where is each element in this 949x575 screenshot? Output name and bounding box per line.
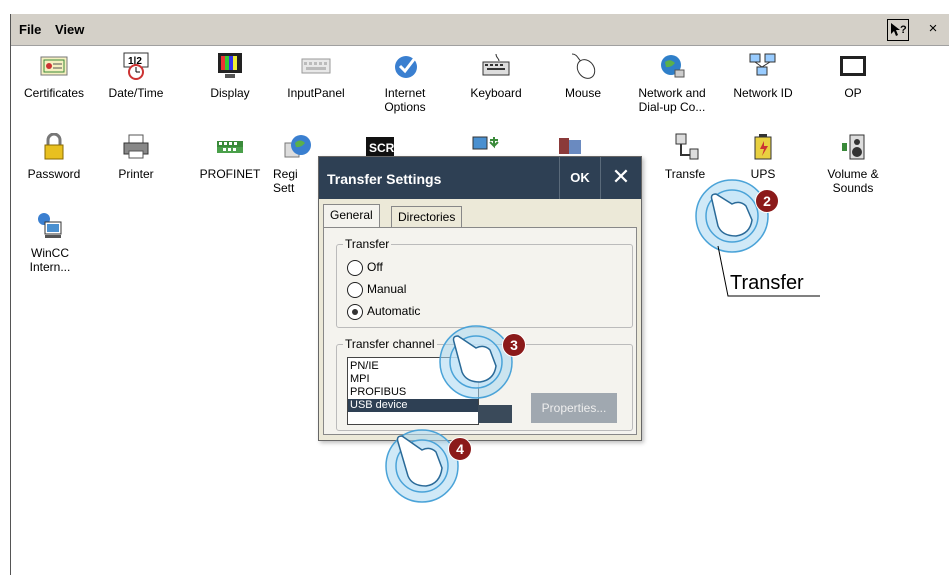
properties-button[interactable]: Properties...: [531, 393, 617, 423]
cp-item-printer[interactable]: Printer: [91, 133, 181, 181]
cp-label: Regi Sett: [273, 167, 298, 195]
cp-label: Network and Dial-up Co...: [638, 86, 706, 114]
system-icon: [559, 138, 581, 154]
profinet-icon: [217, 141, 243, 153]
cp-item-mouse[interactable]: Mouse: [538, 52, 628, 100]
cp-label: Printer: [118, 167, 154, 181]
cp-label: Keyboard: [470, 86, 522, 100]
network-globe-icon: [661, 55, 685, 78]
help-question: ?: [900, 24, 907, 36]
tab-directories[interactable]: Directories: [391, 206, 463, 227]
tap-hand-icon: [385, 429, 459, 503]
menu-file[interactable]: File: [19, 22, 41, 37]
cp-label: OP: [844, 86, 862, 100]
cp-item-wincc-internet[interactable]: WinCC Intern...: [5, 212, 95, 274]
op-screen-icon: [840, 56, 866, 76]
cp-label: Certificates: [23, 86, 85, 100]
list-scroll-button[interactable]: [478, 405, 512, 423]
cp-item-internet-options[interactable]: Internet Options: [360, 52, 450, 114]
cp-item-datetime[interactable]: 1|2 Date/Time: [91, 52, 181, 100]
cp-label: Display: [210, 86, 250, 100]
cp-label: InputPanel: [287, 86, 345, 100]
battery-icon: [754, 134, 772, 160]
cp-label: Internet Options: [384, 86, 426, 114]
transfer-label: Transfer: [730, 272, 804, 294]
radio-label: Off: [367, 260, 383, 274]
pointer-help-icon: ?: [891, 23, 907, 36]
cp-label: Volume & Sounds: [827, 167, 879, 195]
cp-item-keyboard[interactable]: Keyboard: [451, 52, 541, 100]
scr-text: SCR: [369, 141, 395, 155]
keyboard-panel-icon: [301, 58, 331, 74]
cp-item-display[interactable]: Display: [185, 52, 275, 100]
wincc-internet-icon: [38, 213, 62, 238]
keyboard-icon: [482, 53, 510, 76]
cp-item-certificates[interactable]: Certificates: [9, 52, 99, 100]
radio-label: Manual: [367, 282, 407, 296]
printer-icon: [123, 134, 149, 159]
lock-icon: [44, 133, 64, 160]
radio-label: Automatic: [367, 304, 421, 318]
globe-check-icon: [395, 56, 417, 78]
radio-circle: [347, 282, 363, 298]
cp-item-volume-sounds[interactable]: Volume & Sounds: [808, 133, 898, 195]
help-button[interactable]: ?: [887, 19, 909, 41]
cp-label: Date/Time: [108, 86, 164, 100]
tap-hand-icon: [439, 325, 513, 399]
radio-circle-selected: [347, 304, 363, 320]
ok-button[interactable]: OK: [559, 157, 600, 199]
tab-general[interactable]: General: [323, 204, 380, 227]
close-button[interactable]: ×: [923, 19, 943, 39]
mouse-icon: [571, 53, 596, 79]
cp-label: Network ID: [733, 86, 793, 100]
cp-item-password[interactable]: Password: [9, 133, 99, 181]
radio-circle: [347, 260, 363, 276]
transfer-group: Transfer Off Manual Automatic: [336, 237, 633, 328]
transfer-icon: [675, 133, 699, 160]
cp-item-network-id[interactable]: Network ID: [718, 52, 808, 100]
channel-group-label: Transfer channel: [343, 337, 437, 351]
cp-item-op[interactable]: OP: [808, 52, 898, 100]
callout-3: 3: [502, 333, 526, 357]
screensaver-icon: SCR: [366, 137, 395, 157]
speaker-icon: [842, 134, 865, 160]
dialog-close-button[interactable]: ✕: [600, 157, 641, 199]
transfer-group-label: Transfer: [343, 237, 392, 251]
cp-label: Password: [27, 167, 81, 181]
dialog-title: Transfer Settings: [327, 171, 442, 187]
cp-label: Mouse: [564, 86, 602, 100]
certificate-icon: [40, 56, 68, 76]
cp-item-regional-settings[interactable]: Regi Sett: [253, 133, 313, 195]
network-computers-icon: [749, 53, 776, 76]
callout-4: 4: [448, 437, 472, 461]
cp-item-network-dialup[interactable]: Network and Dial-up Co...: [627, 52, 717, 114]
clock-icon: 1|2: [123, 52, 149, 80]
dialog-title-bar: Transfer Settings OK ✕: [319, 157, 641, 199]
menubar: File View ? ×: [11, 14, 949, 46]
cp-label: WinCC Intern...: [29, 246, 71, 274]
callout-2: 2: [755, 189, 779, 213]
monitor-icon: [218, 53, 242, 78]
cp-item-inputpanel[interactable]: InputPanel: [271, 52, 361, 100]
regional-globe-icon: [284, 135, 311, 158]
monitor-arrow-icon: [472, 136, 499, 150]
menu-view[interactable]: View: [55, 22, 84, 37]
